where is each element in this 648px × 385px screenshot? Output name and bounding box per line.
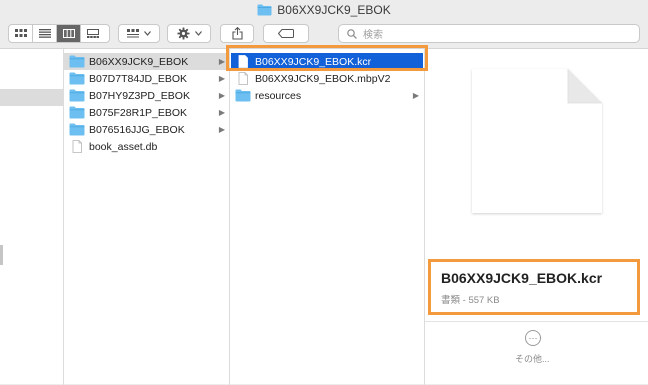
tag-icon — [278, 29, 294, 38]
group-grid-icon — [127, 29, 139, 38]
columns-icon — [62, 29, 75, 38]
folder-row[interactable]: resources ▶ — [231, 87, 423, 104]
grid-icon — [14, 29, 27, 37]
search-icon — [347, 28, 357, 39]
folder-icon — [69, 72, 85, 85]
folder-column: B06XX9JCK9_EBOK ▶ B07D7T84JD_EBOK ▶ B07HY9Z3… — [64, 49, 230, 385]
share-button[interactable] — [220, 24, 254, 43]
disclosure-arrow-icon: ▶ — [218, 125, 225, 134]
item-label: book_asset.db — [89, 140, 158, 153]
column-view-button[interactable] — [57, 25, 81, 42]
file-row[interactable]: book_asset.db — [64, 138, 229, 155]
disclosure-arrow-icon: ▶ — [218, 74, 225, 83]
disclosure-arrow-icon: ▶ — [218, 91, 225, 100]
item-label: B075F28R1P_EBOK — [89, 106, 188, 119]
toolbar: 検索 — [0, 20, 648, 48]
item-label: B06XX9JCK9_EBOK — [89, 55, 189, 68]
preview-filename: B06XX9JCK9_EBOK.kcr — [441, 270, 603, 286]
item-label: B07D7T84JD_EBOK — [89, 72, 188, 85]
gear-icon — [176, 27, 190, 40]
folder-icon — [235, 89, 251, 102]
folder-row[interactable]: B07HY9Z3PD_EBOK ▶ — [64, 87, 229, 104]
gallery-view-button[interactable] — [81, 25, 105, 42]
folder-row[interactable]: B076516JJG_EBOK ▶ — [64, 121, 229, 138]
action-menu-button[interactable] — [167, 24, 211, 43]
disclosure-arrow-icon: ▶ — [412, 91, 419, 100]
list-view-button[interactable] — [33, 25, 57, 42]
item-label: resources — [255, 89, 302, 102]
file-info-highlight: B06XX9JCK9_EBOK.kcr 書類 - 557 KB — [428, 259, 640, 315]
more-label[interactable]: その他... — [515, 352, 550, 365]
folder-icon — [69, 106, 85, 119]
item-label: B07HY9Z3PD_EBOK — [89, 89, 190, 102]
file-column: B06XX9JCK9_EBOK.kcr B06XX9JCK9_EBOK.mbpV2… — [230, 49, 425, 385]
chevron-down-icon — [144, 31, 151, 36]
document-icon — [72, 140, 82, 153]
more-button[interactable]: ··· — [525, 330, 541, 346]
file-row[interactable]: B06XX9JCK9_EBOK.mbpV2 — [231, 70, 423, 87]
document-icon — [238, 72, 248, 85]
share-icon — [231, 27, 243, 40]
disclosure-arrow-icon: ▶ — [218, 108, 225, 117]
preview-pane: B06XX9JCK9_EBOK.kcr 書類 - 557 KB ··· その他.… — [425, 49, 648, 385]
parent-column-selected-row[interactable] — [0, 89, 63, 106]
column-browser: B06XX9JCK9_EBOK ▶ B07D7T84JD_EBOK ▶ B07HY9Z3… — [0, 48, 648, 385]
preview-divider — [425, 321, 648, 322]
list-icon — [38, 29, 51, 38]
item-label: B06XX9JCK9_EBOK.mbpV2 — [255, 72, 391, 85]
folder-row[interactable]: B075F28R1P_EBOK ▶ — [64, 104, 229, 121]
edit-tags-button[interactable] — [263, 24, 309, 43]
group-by-button[interactable] — [118, 24, 160, 43]
preview-file-meta: 書類 - 557 KB — [441, 295, 500, 306]
folder-icon — [69, 123, 85, 136]
folder-icon — [69, 55, 85, 68]
parent-column[interactable] — [0, 49, 64, 385]
chevron-down-icon — [194, 31, 202, 36]
document-preview-icon — [472, 69, 602, 213]
folder-row[interactable]: B06XX9JCK9_EBOK ▶ — [64, 53, 229, 70]
gallery-icon — [87, 29, 99, 38]
search-field[interactable]: 検索 — [338, 24, 640, 43]
scroll-indicator[interactable] — [0, 245, 3, 265]
window-title: B06XX9JCK9_EBOK — [277, 3, 391, 17]
folder-row[interactable]: B07D7T84JD_EBOK ▶ — [64, 70, 229, 87]
item-label: B076516JJG_EBOK — [89, 123, 185, 136]
title-bar: B06XX9JCK9_EBOK — [0, 0, 648, 20]
ellipsis-icon: ··· — [528, 332, 538, 343]
search-placeholder: 検索 — [363, 30, 383, 41]
view-mode-segmented-control — [8, 24, 110, 43]
icon-view-button[interactable] — [9, 25, 33, 42]
disclosure-arrow-icon: ▶ — [218, 57, 225, 66]
folder-icon — [257, 4, 272, 16]
folder-icon — [69, 89, 85, 102]
selected-file-highlight — [226, 45, 428, 71]
